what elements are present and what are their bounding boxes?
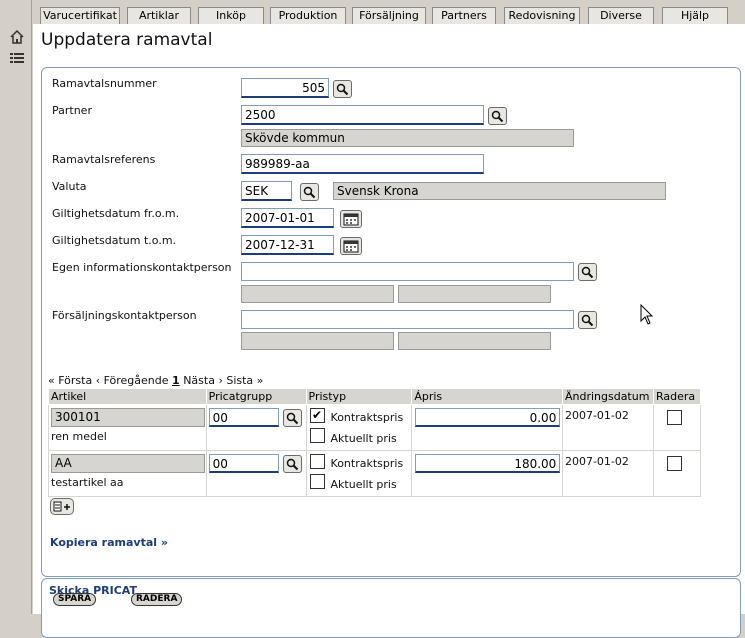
tab-inkop[interactable]: Inköp xyxy=(198,7,264,24)
valuta-name-display: Svensk Krona xyxy=(333,182,666,200)
search-icon xyxy=(581,314,594,326)
tab-partners[interactable]: Partners xyxy=(432,7,496,24)
from-date-label: Giltighetsdatum fr.o.m. xyxy=(52,207,180,220)
radera-checkbox[interactable] xyxy=(666,410,682,425)
forsaljning-kontakt-input[interactable] xyxy=(241,310,574,329)
tab-diverse[interactable]: Diverse xyxy=(588,7,654,24)
pager-next-link[interactable]: Nästa › xyxy=(183,374,223,387)
list-icon[interactable] xyxy=(8,50,26,68)
tab-artiklar[interactable]: Artiklar xyxy=(127,7,191,24)
pager-first-link[interactable]: « Första xyxy=(48,374,92,387)
pager: « Första ‹ Föregående 1 Nästa › Sista » xyxy=(48,374,263,387)
search-icon xyxy=(336,83,349,95)
main-content: Uppdatera ramavtal Ramavtalsnummer 505 P… xyxy=(33,24,745,638)
search-icon xyxy=(581,266,594,278)
artikel-name: testartikel aa xyxy=(51,476,124,489)
forsaljning-kontakt-display-b xyxy=(398,332,551,350)
egen-kontakt-search-button[interactable] xyxy=(578,263,597,281)
kontraktspris-checkbox[interactable] xyxy=(309,454,325,469)
kopiera-ramavtal-link[interactable]: Kopiera ramavtal » xyxy=(50,536,168,549)
egen-kontakt-label: Egen informationskontaktperson xyxy=(52,261,232,274)
valuta-label: Valuta xyxy=(52,180,87,193)
pricatgrupp-search-button[interactable] xyxy=(282,455,302,473)
ramavtalsnummer-label: Ramavtalsnummer xyxy=(52,77,157,90)
forsaljning-kontakt-search-button[interactable] xyxy=(578,311,597,329)
search-icon xyxy=(286,412,298,424)
kontraktspris-label: Kontraktspris xyxy=(330,411,404,424)
egen-kontakt-display-a xyxy=(241,285,394,303)
referens-label: Ramavtalsreferens xyxy=(52,153,156,166)
andringsdatum-value: 2007-01-02 xyxy=(564,455,629,468)
partner-search-button[interactable] xyxy=(488,107,507,125)
left-toolbar xyxy=(0,0,32,614)
aktuellt-pris-checkbox[interactable] xyxy=(309,474,325,489)
partner-input[interactable]: 2500 xyxy=(241,105,484,125)
tab-varucertifikat[interactable]: Varucertifikat xyxy=(40,7,120,24)
artikel-name: ren medel xyxy=(51,430,107,443)
top-navigation: Varucertifikat Artiklar Inköp Produktion… xyxy=(32,0,745,26)
article-table: Artikel Pricatgrupp Pristyp Ápris Ändrin… xyxy=(48,388,702,497)
mouse-pointer-icon xyxy=(640,304,654,325)
egen-kontakt-display-b xyxy=(398,285,551,303)
kontraktspris-label: Kontraktspris xyxy=(330,457,404,470)
col-artikel: Artikel xyxy=(48,388,207,405)
table-row: 300101 ren medel 00 ✔ Kontraktspris Aktu… xyxy=(48,404,702,451)
pager-last-link[interactable]: Sista » xyxy=(226,374,263,387)
ramavtal-search-button[interactable] xyxy=(333,80,352,98)
aktuellt-pris-label: Aktuellt pris xyxy=(330,478,397,491)
partner-label: Partner xyxy=(52,104,92,117)
kontraktspris-checkbox[interactable]: ✔ xyxy=(309,408,325,423)
to-calendar-button[interactable] xyxy=(340,237,362,255)
to-date-input[interactable]: 2007-12-31 xyxy=(241,235,334,255)
artikel-display: 300101 xyxy=(51,408,205,427)
radera-checkbox[interactable] xyxy=(666,456,682,471)
search-icon xyxy=(491,110,504,122)
home-icon[interactable] xyxy=(8,28,26,46)
tab-forsaljning[interactable]: Försäljning xyxy=(352,7,426,24)
ramavtalsnummer-input[interactable]: 505 xyxy=(241,78,329,98)
egen-kontakt-input[interactable] xyxy=(241,262,574,281)
col-pristyp: Pristyp xyxy=(305,388,413,405)
pricatgrupp-input[interactable]: 00 xyxy=(208,454,279,473)
actions-panel: Skicka PRICAT xyxy=(41,578,741,638)
aktuellt-pris-label: Aktuellt pris xyxy=(330,432,397,445)
pager-current-page: 1 xyxy=(172,374,180,387)
col-radera: Radera xyxy=(652,388,702,405)
pricatgrupp-input[interactable]: 00 xyxy=(208,408,279,427)
from-date-input[interactable]: 2007-01-01 xyxy=(241,208,334,228)
aktuellt-pris-checkbox[interactable] xyxy=(309,428,325,443)
andringsdatum-value: 2007-01-02 xyxy=(564,409,629,422)
page-title: Uppdatera ramavtal xyxy=(41,30,213,50)
artikel-display: AA xyxy=(51,454,205,473)
delete-button[interactable]: RADERA xyxy=(131,593,183,606)
col-apris: Ápris xyxy=(411,388,563,405)
valuta-search-button[interactable] xyxy=(300,183,319,201)
search-icon xyxy=(303,186,316,198)
col-andringsdatum: Ändringsdatum xyxy=(561,388,654,405)
partner-name-display: Skövde kommun xyxy=(241,129,574,147)
to-date-label: Giltighetsdatum t.o.m. xyxy=(52,234,177,247)
tab-hjalp[interactable]: Hjälp xyxy=(662,7,728,24)
table-row: AA testartikel aa 00 Kontraktspris Aktue… xyxy=(48,450,702,497)
calendar-icon xyxy=(343,213,359,225)
from-calendar-button[interactable] xyxy=(340,210,362,228)
col-pricatgrupp: Pricatgrupp xyxy=(205,388,307,405)
forsaljning-kontakt-label: Försäljningskontaktperson xyxy=(52,309,197,322)
calendar-icon xyxy=(343,240,359,252)
tab-redovisning[interactable]: Redovisning xyxy=(504,7,580,24)
add-row-button[interactable] xyxy=(50,498,74,515)
pager-prev-link[interactable]: ‹ Föregående xyxy=(96,374,169,387)
apris-input[interactable]: 180.00 xyxy=(415,454,561,473)
apris-input[interactable]: 0.00 xyxy=(415,408,561,427)
tab-produktion[interactable]: Produktion xyxy=(270,7,346,24)
form-panel: Ramavtalsnummer 505 Partner 2500 Skövde … xyxy=(41,67,741,577)
search-icon xyxy=(286,458,298,470)
add-row-icon xyxy=(53,501,70,511)
referens-input[interactable]: 989989-aa xyxy=(241,154,484,174)
save-button[interactable]: SPARA xyxy=(53,593,97,606)
valuta-input[interactable]: SEK xyxy=(241,181,292,201)
forsaljning-kontakt-display-a xyxy=(241,332,394,350)
pricatgrupp-search-button[interactable] xyxy=(282,409,302,427)
